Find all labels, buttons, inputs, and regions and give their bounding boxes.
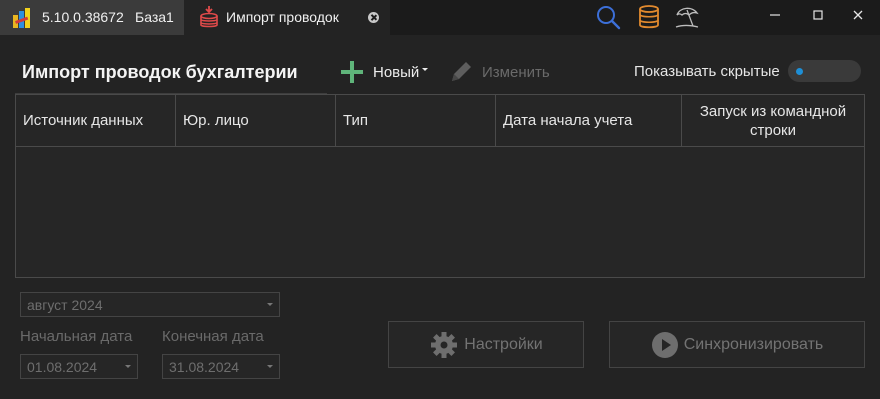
edit-button-label: Изменить bbox=[482, 63, 550, 81]
column-header-type[interactable]: Тип bbox=[336, 95, 496, 146]
chevron-down-icon bbox=[125, 364, 131, 368]
show-hidden-label: Показывать скрытые bbox=[634, 63, 780, 80]
maximize-icon[interactable] bbox=[800, 0, 836, 30]
database-import-icon bbox=[200, 6, 218, 28]
play-circle-icon bbox=[651, 331, 678, 358]
app-logo-icon bbox=[13, 8, 30, 28]
chevron-down-icon bbox=[267, 302, 273, 306]
table-body bbox=[16, 147, 864, 277]
tab-import-postings[interactable]: Импорт проводок bbox=[184, 0, 390, 35]
beach-umbrella-icon[interactable] bbox=[674, 4, 700, 30]
app-tab[interactable]: 5.10.0.38672 База1 bbox=[0, 0, 184, 35]
gear-icon bbox=[431, 331, 458, 358]
postings-table: Источник данных Юр. лицо Тип Дата начала… bbox=[15, 94, 865, 278]
new-button[interactable]: Новый bbox=[338, 58, 429, 86]
plus-icon bbox=[341, 61, 363, 83]
app-version: 5.10.0.38672 bbox=[42, 9, 124, 25]
new-button-label: Новый bbox=[373, 63, 420, 81]
sync-button[interactable]: Синхронизировать bbox=[609, 321, 865, 368]
end-date-field[interactable]: 31.08.2024 bbox=[162, 354, 280, 379]
tab-title: Импорт проводок bbox=[226, 9, 339, 25]
database-name: База1 bbox=[135, 9, 174, 25]
start-date-field[interactable]: 01.08.2024 bbox=[20, 354, 138, 379]
table-header: Источник данных Юр. лицо Тип Дата начала… bbox=[16, 95, 864, 147]
page-title: Импорт проводок бухгалтерии bbox=[22, 62, 298, 82]
title-bar: 5.10.0.38672 База1 Импорт проводок bbox=[0, 0, 880, 35]
database-icon[interactable] bbox=[636, 4, 662, 30]
search-icon[interactable] bbox=[595, 4, 621, 30]
start-date-label: Начальная дата bbox=[20, 328, 133, 345]
pencil-icon bbox=[452, 62, 471, 81]
edit-button[interactable]: Изменить bbox=[448, 58, 550, 86]
close-window-icon[interactable] bbox=[840, 0, 876, 30]
close-tab-icon[interactable] bbox=[368, 12, 379, 23]
column-header-source[interactable]: Источник данных bbox=[16, 95, 176, 146]
settings-button[interactable]: Настройки bbox=[388, 321, 584, 368]
show-hidden-toggle[interactable] bbox=[788, 60, 861, 82]
period-select-value: август 2024 bbox=[27, 296, 103, 313]
settings-button-label: Настройки bbox=[464, 335, 543, 353]
end-date-value: 31.08.2024 bbox=[169, 358, 240, 375]
toggle-knob bbox=[796, 68, 803, 75]
chevron-down-icon bbox=[267, 364, 273, 368]
sync-button-label: Синхронизировать bbox=[683, 335, 824, 353]
column-header-command-line[interactable]: Запуск из командной строки bbox=[682, 95, 864, 146]
column-header-legal-entity[interactable]: Юр. лицо bbox=[176, 95, 336, 146]
period-select[interactable]: август 2024 bbox=[20, 292, 280, 317]
end-date-label: Конечная дата bbox=[162, 328, 264, 345]
minimize-icon[interactable] bbox=[757, 0, 793, 30]
start-date-value: 01.08.2024 bbox=[27, 358, 98, 375]
column-header-start-date[interactable]: Дата начала учета bbox=[496, 95, 682, 146]
dropdown-caret-icon bbox=[422, 67, 429, 71]
